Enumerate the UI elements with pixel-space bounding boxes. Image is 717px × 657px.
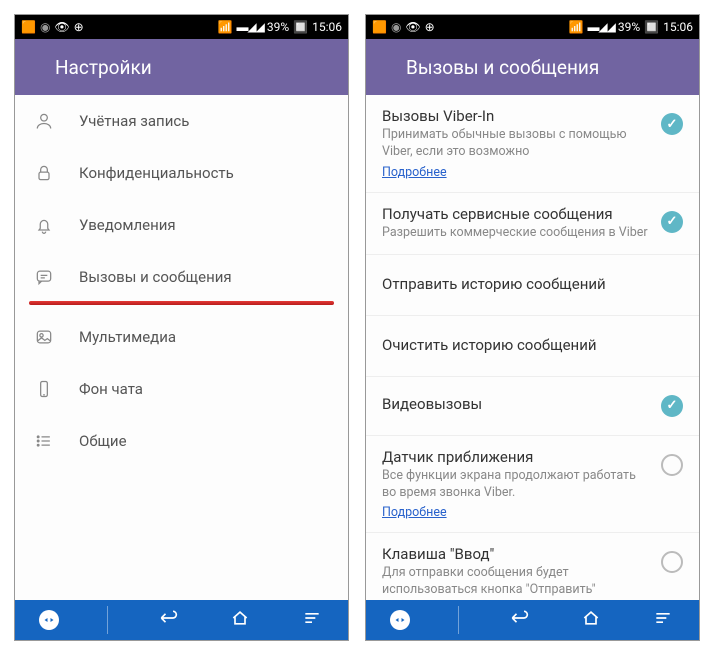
row-subtitle: Для отправки сообщения будет использоват… bbox=[382, 565, 651, 599]
phone-frame-icon bbox=[33, 379, 55, 399]
row-title: Получать сервисные сообщения bbox=[382, 205, 651, 223]
item-account[interactable]: Учётная запись bbox=[15, 95, 348, 147]
viber-icon: ◉ bbox=[40, 20, 50, 34]
row-title: Очистить историю сообщений bbox=[382, 336, 683, 354]
item-notifications[interactable]: Уведомления bbox=[15, 199, 348, 251]
lock-icon bbox=[33, 163, 55, 183]
row-video-calls[interactable]: Видеовызовы bbox=[366, 377, 699, 436]
status-bar: 🟧 ◉ 👁 ⊕ 📶 ▬ ◢ ◢ 39% 🔲 15:06 bbox=[15, 15, 348, 39]
wifi-icon: 📶 bbox=[218, 20, 233, 34]
photo-icon bbox=[33, 327, 55, 347]
item-label: Вызовы и сообщения bbox=[79, 268, 232, 286]
page-title: Настройки bbox=[55, 56, 152, 79]
checkbox-unchecked-icon[interactable] bbox=[661, 454, 683, 476]
battery-icon: 🔲 bbox=[644, 20, 659, 34]
checkbox-checked-icon[interactable] bbox=[661, 211, 683, 233]
tv-icon: ⊕ bbox=[425, 20, 435, 34]
uc-icon: 🟧 bbox=[21, 20, 36, 34]
eye-icon: 👁 bbox=[405, 20, 420, 34]
item-media[interactable]: Мультимедиа bbox=[15, 311, 348, 363]
checkbox-unchecked-icon[interactable] bbox=[661, 551, 683, 573]
phone-right: 🟧 ◉ 👁 ⊕ 📶 ▬ ◢ ◢ 39% 🔲 15:06 Вызовы и соо… bbox=[365, 14, 700, 641]
chat-icon bbox=[33, 267, 55, 287]
row-title: Клавиша "Ввод" bbox=[382, 545, 651, 563]
calls-settings-list: Вызовы Viber-In Принимать обычные вызовы… bbox=[366, 95, 699, 600]
teamviewer-icon[interactable] bbox=[39, 610, 59, 630]
wifi-icon: 📶 bbox=[569, 20, 584, 34]
item-label: Фон чата bbox=[79, 380, 143, 398]
item-label: Конфиденциальность bbox=[79, 164, 234, 182]
page-title: Вызовы и сообщения bbox=[406, 56, 599, 79]
eye-icon: 👁 bbox=[54, 20, 69, 34]
row-proximity[interactable]: Датчик приближения Все функции экрана пр… bbox=[366, 436, 699, 534]
teamviewer-icon[interactable] bbox=[390, 610, 410, 630]
learn-more-link[interactable]: Подробнее bbox=[382, 505, 447, 520]
nav-home-icon[interactable] bbox=[579, 608, 603, 632]
item-chat-bg[interactable]: Фон чата bbox=[15, 363, 348, 415]
battery-percent: 39% bbox=[618, 20, 640, 34]
nav-bar bbox=[366, 600, 699, 640]
item-label: Мультимедиа bbox=[79, 328, 176, 346]
row-title: Датчик приближения bbox=[382, 448, 651, 466]
uc-icon: 🟧 bbox=[372, 20, 387, 34]
status-bar: 🟧 ◉ 👁 ⊕ 📶 ▬ ◢ ◢ 39% 🔲 15:06 bbox=[366, 15, 699, 39]
app-bar: Настройки bbox=[15, 39, 348, 95]
battery-percent: 39% bbox=[267, 20, 289, 34]
nav-back-icon[interactable] bbox=[507, 608, 531, 632]
row-enter-key[interactable]: Клавиша "Ввод" Для отправки сообщения бу… bbox=[366, 533, 699, 600]
row-subtitle: Все функции экрана продолжают работать в… bbox=[382, 468, 651, 502]
bell-icon bbox=[33, 215, 55, 235]
row-service-msgs[interactable]: Получать сервисные сообщения Разрешить к… bbox=[366, 193, 699, 255]
item-privacy[interactable]: Конфиденциальность bbox=[15, 147, 348, 199]
clock: 15:06 bbox=[312, 20, 342, 34]
item-general[interactable]: Общие bbox=[15, 415, 348, 467]
row-subtitle: Принимать обычные вызовы с помощью Viber… bbox=[382, 127, 651, 161]
phone-left: 🟧 ◉ 👁 ⊕ 📶 ▬ ◢ ◢ 39% 🔲 15:06 Настройки Уч… bbox=[14, 14, 349, 641]
nav-menu-icon[interactable] bbox=[300, 608, 324, 632]
nav-home-icon[interactable] bbox=[228, 608, 252, 632]
viber-icon: ◉ bbox=[391, 20, 401, 34]
item-label: Общие bbox=[79, 432, 127, 450]
row-title: Видеовызовы bbox=[382, 395, 651, 413]
row-viber-in[interactable]: Вызовы Viber-In Принимать обычные вызовы… bbox=[366, 95, 699, 193]
app-bar: Вызовы и сообщения bbox=[366, 39, 699, 95]
item-label: Учётная запись bbox=[79, 112, 189, 130]
nav-back-icon[interactable] bbox=[156, 608, 180, 632]
person-icon bbox=[33, 111, 55, 131]
row-title: Отправить историю сообщений bbox=[382, 275, 683, 293]
settings-list: Учётная запись Конфиденциальность Уведом… bbox=[15, 95, 348, 600]
signal-icon: ▬ ◢ ◢ bbox=[236, 20, 262, 34]
row-clear-history[interactable]: Очистить историю сообщений bbox=[366, 316, 699, 377]
row-title: Вызовы Viber-In bbox=[382, 107, 651, 125]
row-subtitle: Разрешить коммерческие сообщения в Viber bbox=[382, 225, 651, 242]
checkbox-checked-icon[interactable] bbox=[661, 395, 683, 417]
item-label: Уведомления bbox=[79, 216, 176, 234]
list-icon bbox=[33, 431, 55, 451]
signal-icon: ▬ ◢ ◢ bbox=[587, 20, 613, 34]
row-send-history[interactable]: Отправить историю сообщений bbox=[366, 255, 699, 316]
checkbox-checked-icon[interactable] bbox=[661, 113, 683, 135]
tv-icon: ⊕ bbox=[74, 20, 84, 34]
nav-bar bbox=[15, 600, 348, 640]
nav-menu-icon[interactable] bbox=[651, 608, 675, 632]
battery-icon: 🔲 bbox=[293, 20, 308, 34]
item-calls-messages[interactable]: Вызовы и сообщения bbox=[15, 251, 348, 303]
clock: 15:06 bbox=[663, 20, 693, 34]
learn-more-link[interactable]: Подробнее bbox=[382, 165, 447, 180]
